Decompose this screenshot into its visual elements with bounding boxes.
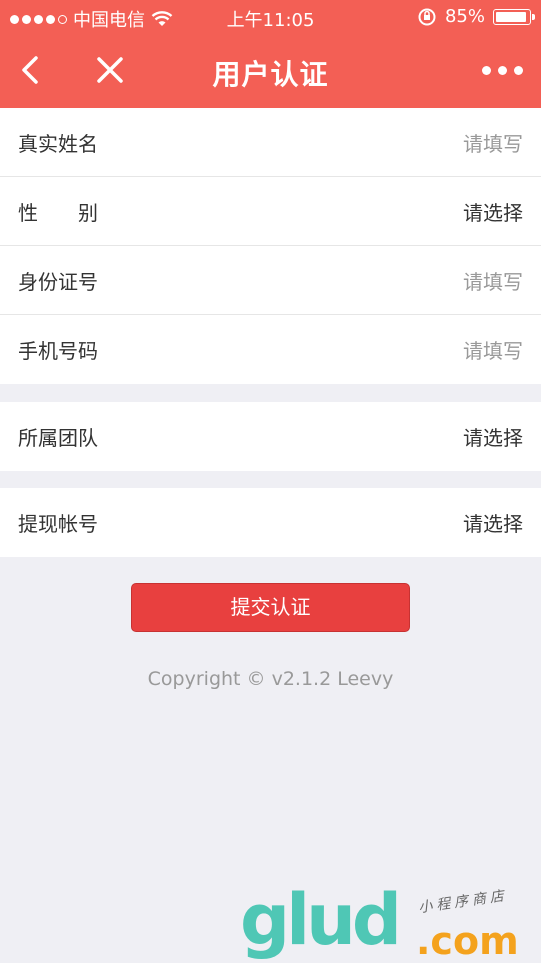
form-group-personal: 真实姓名 请填写 性别 请选择 身份证号 请填写 手机号码 请填写: [0, 108, 541, 384]
phone-label: 手机号码: [18, 339, 98, 363]
gender-select[interactable]: 请选择: [463, 197, 523, 226]
form-row-real-name[interactable]: 真实姓名 请填写: [0, 108, 541, 177]
nav-bar: 用户认证: [0, 36, 541, 108]
real-name-input[interactable]: 请填写: [463, 128, 523, 157]
status-bar: 中国电信 上午11:05 85%: [0, 0, 541, 36]
watermark-domain: .com: [416, 919, 519, 963]
id-number-input[interactable]: 请填写: [463, 266, 523, 295]
form-row-gender[interactable]: 性别 请选择: [0, 177, 541, 246]
team-select[interactable]: 请选择: [463, 422, 523, 451]
battery-icon: [493, 8, 535, 25]
team-label: 所属团队: [18, 426, 98, 450]
form-row-id-number[interactable]: 身份证号 请填写: [0, 246, 541, 315]
form-group-team: 所属团队 请选择: [0, 402, 541, 471]
withdraw-account-select[interactable]: 请选择: [463, 508, 523, 537]
battery-percent: 85%: [444, 6, 485, 27]
form-row-phone[interactable]: 手机号码 请填写: [0, 315, 541, 384]
form-row-team[interactable]: 所属团队 请选择: [0, 402, 541, 471]
submit-button[interactable]: 提交认证: [131, 583, 410, 632]
watermark-tagline: 小程序商店: [417, 887, 509, 917]
form-group-withdraw: 提现帐号 请选择: [0, 488, 541, 557]
watermark-logo: glud 小程序商店 .com: [240, 879, 540, 963]
form-row-withdraw-account[interactable]: 提现帐号 请选择: [0, 488, 541, 557]
gender-label: 性别: [18, 200, 98, 225]
real-name-label: 真实姓名: [18, 131, 98, 156]
phone-input[interactable]: 请填写: [463, 335, 523, 364]
more-icon[interactable]: [482, 66, 523, 75]
withdraw-account-label: 提现帐号: [18, 512, 98, 536]
id-number-label: 身份证号: [18, 269, 98, 294]
page-title: 用户认证: [212, 58, 329, 91]
watermark-brand: glud: [240, 879, 402, 961]
copyright-text: Copyright © v2.1.2 Leevy: [147, 668, 394, 690]
rotation-lock-icon: [418, 8, 436, 25]
